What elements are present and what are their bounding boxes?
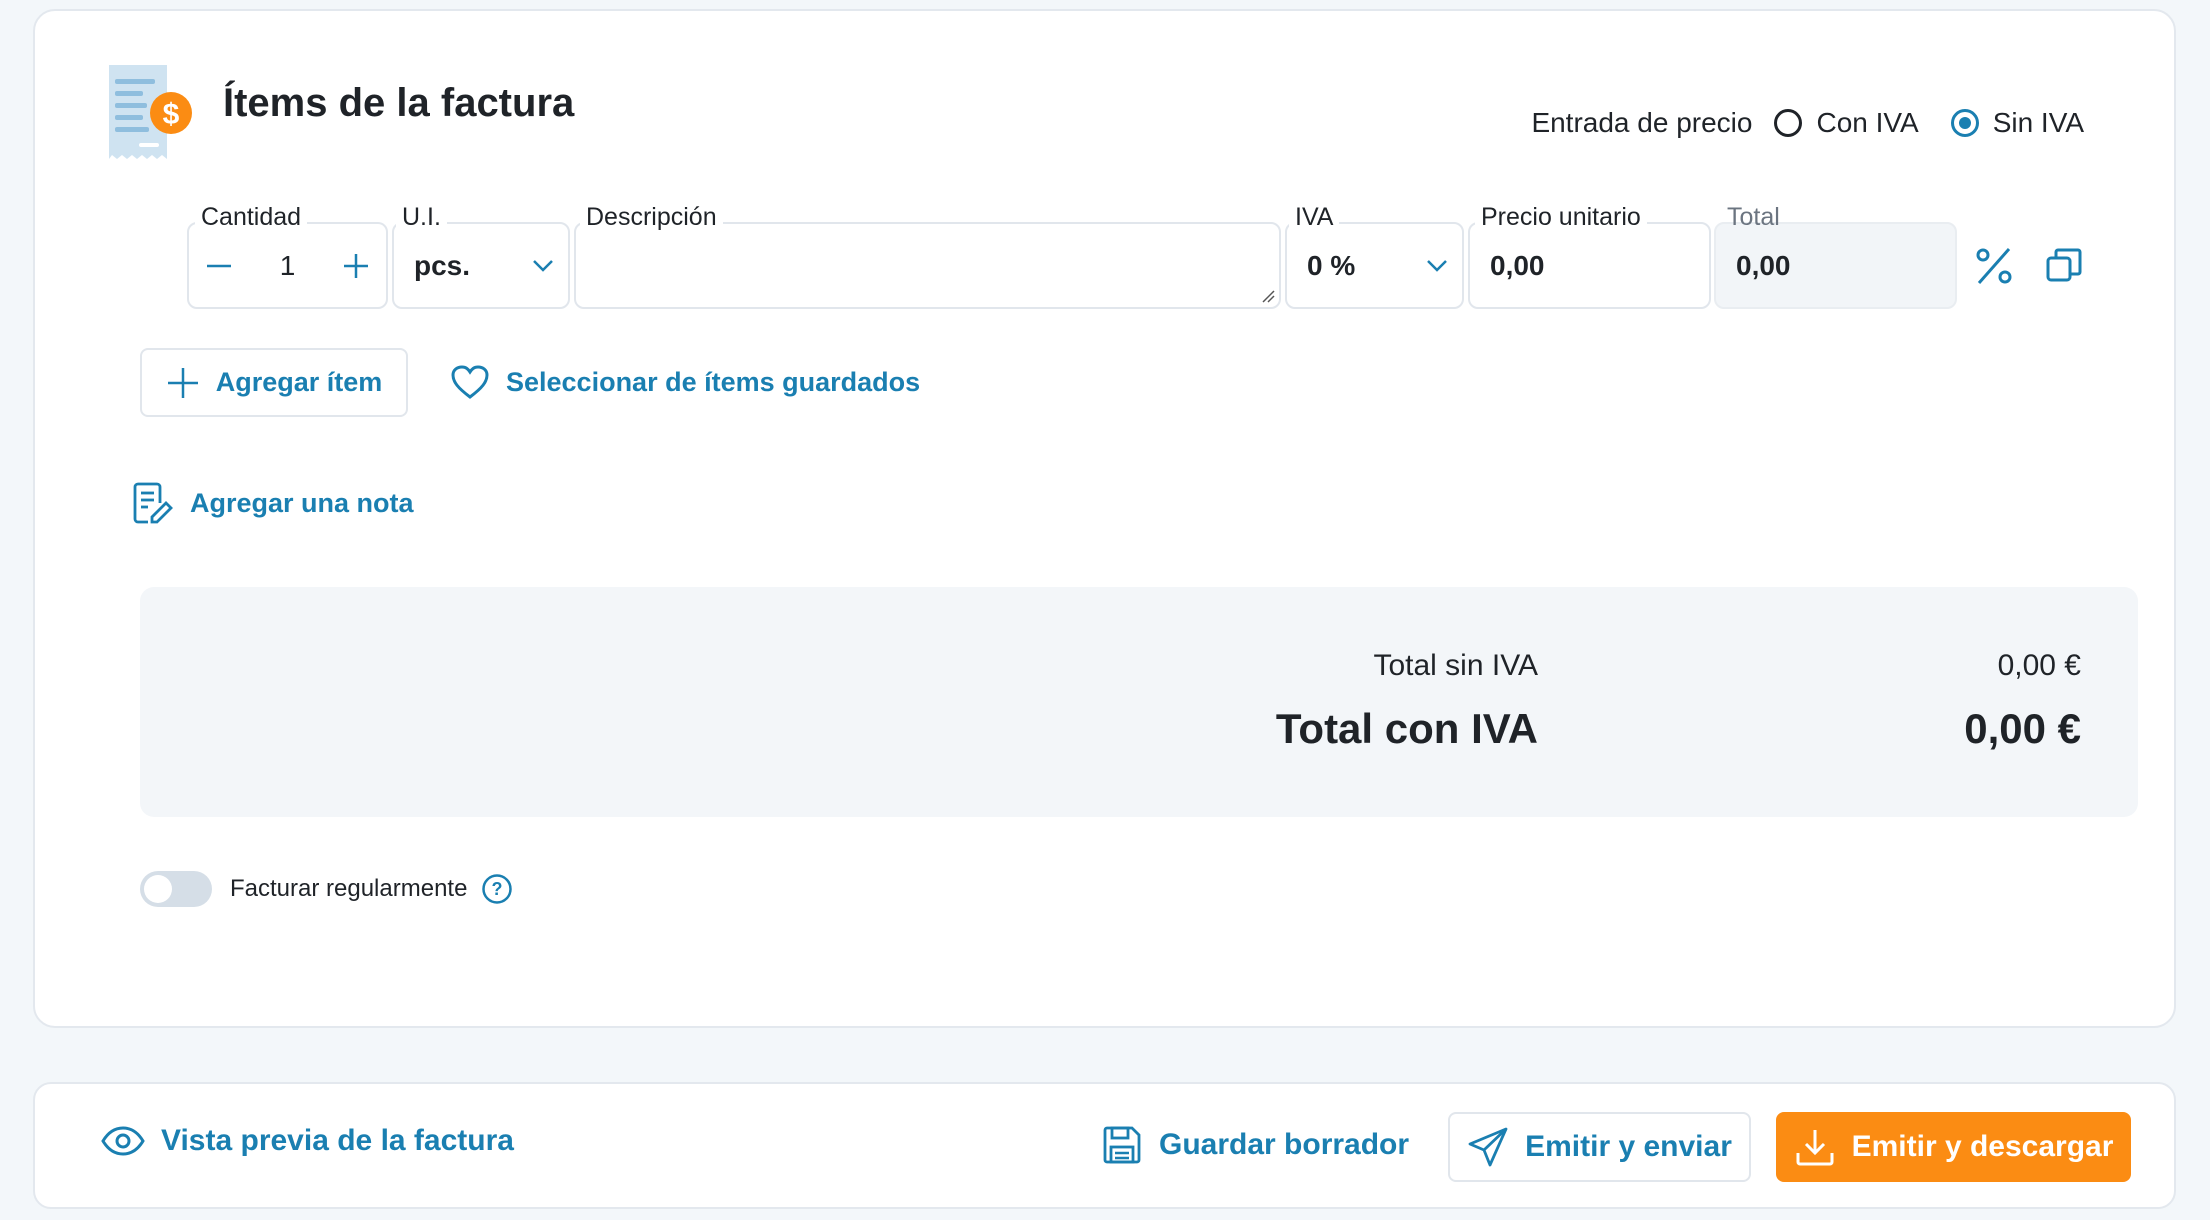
add-item-label: Agregar ítem <box>215 367 383 397</box>
decrement-button[interactable] <box>189 224 249 307</box>
invoice-dollar-icon: $ <box>109 65 192 159</box>
chevron-down-icon <box>533 259 553 272</box>
unit-label: U.I. <box>396 203 447 232</box>
resize-grip-icon[interactable] <box>1261 289 1275 303</box>
duplicate-button[interactable] <box>2040 242 2088 290</box>
help-icon[interactable]: ? <box>481 873 513 905</box>
quantity-value[interactable]: 1 <box>249 250 326 282</box>
radio-con-iva-circle[interactable] <box>1774 109 1803 137</box>
invoice-items-card: $ Ítems de la factura Entrada de precio … <box>33 9 2176 1028</box>
total-value: 0,00 <box>1736 249 1791 281</box>
recurring-toggle[interactable] <box>140 871 212 907</box>
heart-icon <box>451 365 489 399</box>
paper-plane-icon <box>1468 1127 1508 1167</box>
select-saved-items-link[interactable]: Seleccionar de ítems guardados <box>450 364 920 400</box>
recurring-row: Facturar regularmente ? <box>140 871 513 907</box>
select-saved-label: Seleccionar de ítems guardados <box>506 366 921 397</box>
quantity-label: Cantidad <box>195 203 308 232</box>
vat-select[interactable]: 0 % <box>1285 222 1464 309</box>
plus-icon <box>167 367 198 398</box>
svg-text:$: $ <box>163 98 180 131</box>
save-draft-label: Guardar borrador <box>1159 1128 1410 1161</box>
price-entry-group: Entrada de precio Con IVA Sin IVA <box>1531 107 2084 139</box>
chevron-down-icon <box>1427 259 1447 272</box>
description-textarea[interactable] <box>574 222 1281 309</box>
unit-value: pcs. <box>414 249 471 281</box>
unit-select[interactable]: pcs. <box>392 222 570 309</box>
unit-price-input[interactable]: 0,00 <box>1468 222 1711 309</box>
price-entry-label: Entrada de precio <box>1531 107 1753 138</box>
issue-send-button[interactable]: Emitir y enviar <box>1448 1112 1751 1182</box>
footer-bar: Vista previa de la factura Guardar borra… <box>33 1082 2176 1209</box>
unit-price-value: 0,00 <box>1490 249 1545 281</box>
discount-button[interactable] <box>1970 242 2018 290</box>
add-note-link[interactable]: Agregar una nota <box>130 481 414 525</box>
radio-sin-iva[interactable]: Sin IVA <box>1950 107 2084 139</box>
plus-icon <box>344 253 368 278</box>
quantity-stepper[interactable]: 1 <box>187 222 388 309</box>
section-title: Ítems de la factura <box>223 81 575 125</box>
save-draft-link[interactable]: Guardar borrador <box>1101 1124 1409 1166</box>
total-label: Total <box>1727 203 1780 231</box>
totals-panel: Total sin IVA 0,00 € Total con IVA 0,00 … <box>140 587 2138 817</box>
issue-download-label: Emitir y descargar <box>1851 1130 2114 1163</box>
radio-con-iva-label: Con IVA <box>1816 107 1919 138</box>
unit-price-label: Precio unitario <box>1475 203 1647 232</box>
note-edit-icon <box>133 482 173 524</box>
subtotal-value: 0,00 € <box>1997 649 2081 682</box>
eye-icon <box>101 1126 145 1156</box>
save-icon <box>1103 1126 1141 1164</box>
percent-icon <box>1976 248 2012 284</box>
vat-value: 0 % <box>1307 249 1356 281</box>
issue-download-button[interactable]: Emitir y descargar <box>1776 1112 2131 1182</box>
radio-sin-iva-label: Sin IVA <box>1992 107 2084 138</box>
grand-total-label: Total con IVA <box>1275 705 1538 752</box>
description-label: Descripción <box>580 203 723 232</box>
add-note-label: Agregar una nota <box>190 487 414 518</box>
vat-label: IVA <box>1289 203 1340 232</box>
issue-send-label: Emitir y enviar <box>1525 1130 1732 1163</box>
minus-icon <box>207 264 231 267</box>
recurring-label: Facturar regularmente <box>230 875 468 902</box>
add-item-button[interactable]: Agregar ítem <box>140 348 408 417</box>
preview-link[interactable]: Vista previa de la factura <box>101 1124 514 1158</box>
svg-text:?: ? <box>492 879 503 899</box>
preview-label: Vista previa de la factura <box>161 1124 514 1157</box>
grand-total-value: 0,00 € <box>1964 705 2081 752</box>
copy-icon <box>2046 248 2082 282</box>
subtotal-label: Total sin IVA <box>1373 649 1538 682</box>
radio-con-iva[interactable]: Con IVA <box>1774 107 1919 139</box>
total-field: 0,00 <box>1714 222 1957 309</box>
increment-button[interactable] <box>326 224 386 307</box>
radio-sin-iva-circle[interactable] <box>1950 109 1979 137</box>
download-icon <box>1796 1130 1834 1166</box>
